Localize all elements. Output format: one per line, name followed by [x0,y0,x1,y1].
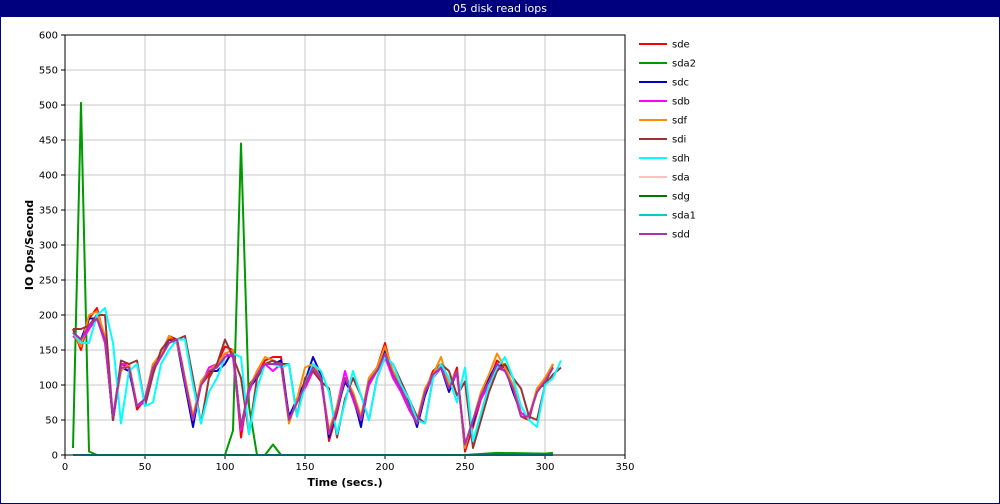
y-tick-label: 150 [39,346,58,357]
legend-label-sde: sde [672,40,690,51]
y-axis-label: IO Ops/Second [23,200,36,290]
y-tick-label: 100 [39,381,58,392]
y-tick-label: 600 [39,31,58,42]
x-tick-label: 150 [295,462,314,473]
legend-label-sdc: sdc [672,78,689,89]
series-lines [72,101,562,456]
x-axis-label: Time (secs.) [307,476,382,489]
y-tick-label: 550 [39,66,58,77]
y-tick-label: 50 [45,416,58,427]
y-tick-label: 500 [39,101,58,112]
legend-label-sdf: sdf [672,116,688,127]
x-tick-label: 100 [215,462,234,473]
legend-label-sdh: sdh [672,154,690,165]
legend-label-sda2: sda2 [672,59,696,70]
x-tick-label: 50 [139,462,152,473]
chart-canvas: 0 50 100 150 200 250 300 350 400 450 500 550 600 0 50… [23,31,696,490]
x-tick-label: 250 [455,462,474,473]
legend-label-sdb: sdb [672,97,690,108]
legend-label-sda: sda [672,173,690,184]
x-tick-label: 350 [615,462,634,473]
legend-label-sda1: sda1 [672,211,696,222]
legend: sde sda2 sdc sdb sdf sdi sdh sda sdg sda1 sdd [639,40,696,241]
y-tick-label: 350 [39,206,58,217]
legend-label-sdd: sdd [672,230,690,241]
x-tick-label: 300 [535,462,554,473]
legend-label-sdi: sdi [672,135,686,146]
y-tick-label: 250 [39,276,58,287]
y-axis-ticks: 0 50 100 150 200 250 300 350 400 450 500 550 600 [39,31,65,462]
y-tick-label: 300 [39,241,58,252]
y-tick-label: 400 [39,171,58,182]
y-tick-label: 450 [39,136,58,147]
legend-label-sdg: sdg [672,192,690,203]
y-tick-label: 0 [52,451,58,462]
y-tick-label: 200 [39,311,58,322]
x-tick-label: 200 [375,462,394,473]
x-tick-label: 0 [62,462,68,473]
x-axis-ticks: 0 50 100 150 200 250 300 350 [62,455,635,473]
series-line-sdh [72,307,562,442]
